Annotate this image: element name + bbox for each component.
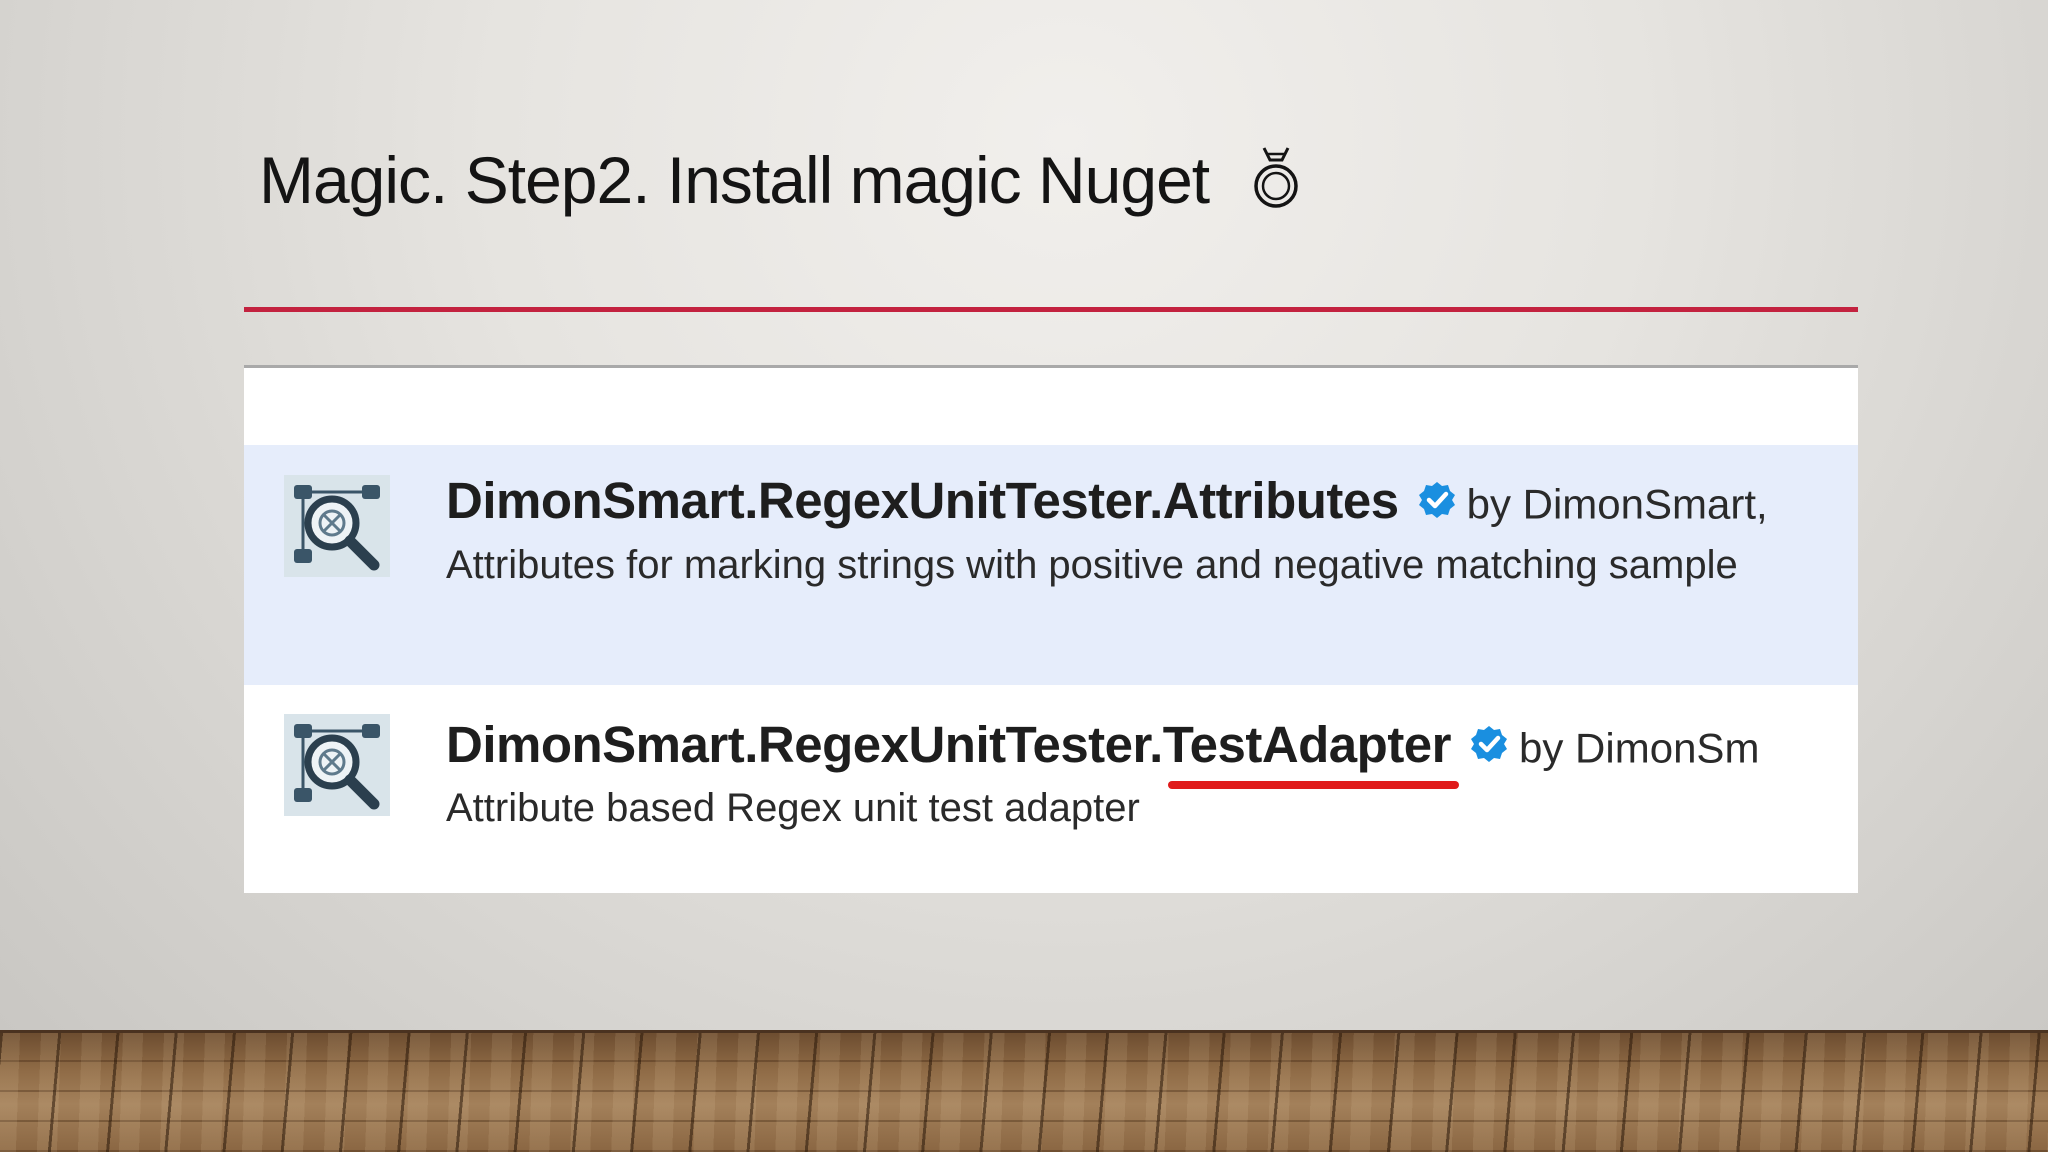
- nuget-package-list: DimonSmart.RegexUnitTester.Attributes by…: [244, 365, 1858, 893]
- package-name-suffix: TestAdapter: [1162, 716, 1452, 773]
- verified-check-icon: [1417, 473, 1457, 533]
- package-description: Attribute based Regex unit test adapter: [446, 786, 1140, 830]
- package-name[interactable]: DimonSmart.RegexUnitTester.TestAdapter b…: [446, 715, 1759, 789]
- slide-title-text: Magic. Step2. Install magic Nuget: [259, 143, 1210, 217]
- package-icon: [284, 714, 390, 816]
- verified-check-icon: [1469, 717, 1509, 777]
- package-name[interactable]: DimonSmart.RegexUnitTester.Attributes by…: [446, 471, 1768, 535]
- package-name-suffix: Attributes: [1162, 472, 1399, 529]
- red-highlight-underline: [1167, 781, 1460, 789]
- ring-icon: [1250, 144, 1302, 227]
- wooden-floor-decoration: [0, 1030, 2048, 1152]
- package-row-attributes[interactable]: DimonSmart.RegexUnitTester.Attributes by…: [244, 445, 1858, 685]
- package-name-prefix: DimonSmart.RegexUnitTester.: [446, 472, 1163, 529]
- title-divider: [244, 307, 1858, 312]
- highlighted-name-suffix: TestAdapter: [1162, 715, 1460, 789]
- package-name-prefix: DimonSmart.RegexUnitTester.: [446, 716, 1163, 773]
- package-author[interactable]: by DimonSm: [1519, 725, 1759, 772]
- slide-title: Magic. Step2. Install magic Nuget: [259, 140, 1302, 227]
- package-row-testadapter[interactable]: DimonSmart.RegexUnitTester.TestAdapter b…: [244, 685, 1858, 893]
- package-author[interactable]: by DimonSmart,: [1467, 481, 1768, 528]
- package-icon: [284, 475, 390, 577]
- package-description: Attributes for marking strings with posi…: [446, 543, 1738, 587]
